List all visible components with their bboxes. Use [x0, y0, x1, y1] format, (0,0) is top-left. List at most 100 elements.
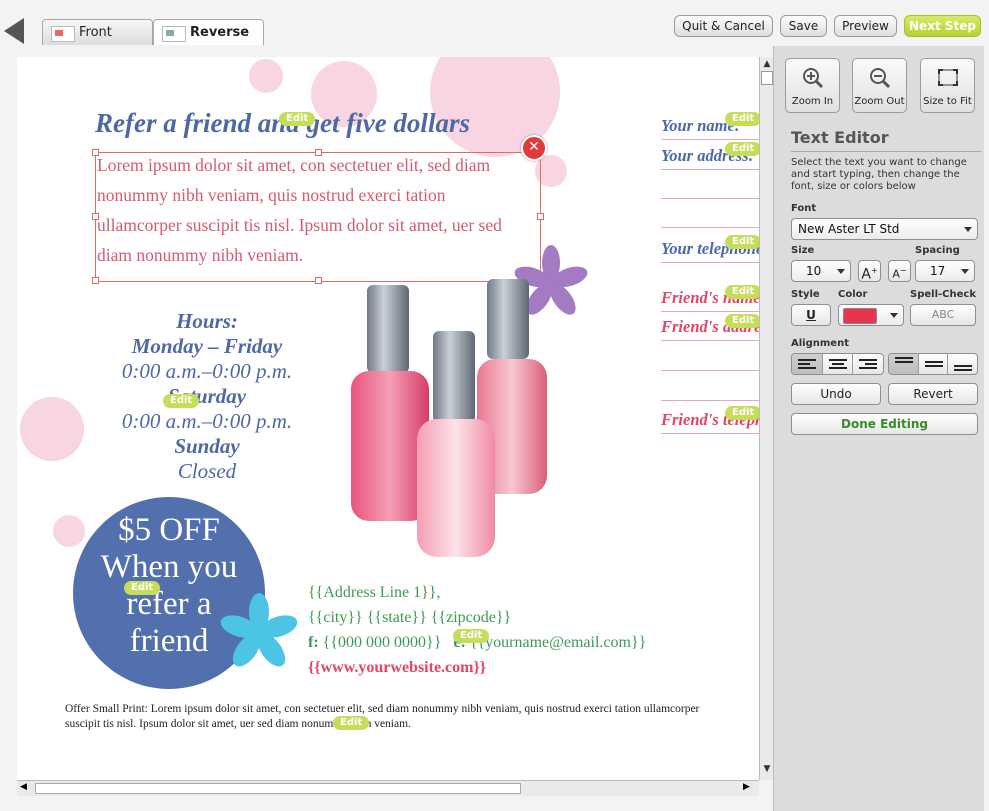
scroll-left-icon[interactable]: ◀: [20, 782, 27, 792]
hours-time-1: 0:00 a.m.–0:00 p.m.: [121, 359, 293, 383]
color-picker[interactable]: [838, 304, 904, 326]
resize-handle[interactable]: [92, 213, 99, 220]
chevron-down-icon: [890, 313, 898, 318]
design-canvas[interactable]: Refer a friend and get five dollars Edit…: [17, 57, 759, 780]
horizontal-alignment-group[interactable]: [791, 353, 884, 375]
tab-reverse[interactable]: Reverse: [153, 19, 264, 45]
scroll-right-icon[interactable]: ▶: [743, 782, 750, 792]
form-line: [661, 262, 759, 263]
font-select-value: New Aster LT Std: [798, 222, 900, 236]
size-select[interactable]: 10: [791, 260, 851, 282]
scroll-down-icon[interactable]: ▼: [761, 764, 773, 778]
align-right-button[interactable]: [853, 354, 883, 374]
form-line: [661, 433, 759, 434]
badge-line: When you: [100, 549, 238, 585]
decor-circle: [249, 59, 283, 93]
font-label: Font: [791, 203, 817, 214]
back-arrow-icon[interactable]: [4, 18, 24, 44]
hours-days-3: Sunday: [174, 434, 240, 458]
chevron-down-icon: [961, 269, 969, 274]
tab-front[interactable]: Front: [42, 19, 153, 45]
hours-time-3: Closed: [177, 459, 237, 483]
panel-title: Text Editor: [791, 128, 889, 147]
form-line: [661, 311, 759, 312]
quit-cancel-button[interactable]: Quit & Cancel: [674, 15, 773, 37]
panel-description: Select the text you want to change and s…: [791, 157, 967, 192]
zoom-in-label: Zoom In: [791, 96, 834, 107]
zoom-out-icon: [870, 68, 891, 89]
fine-print[interactable]: Offer Small Print: Lorem ipsum dolor sit…: [65, 702, 705, 732]
size-select-value: 10: [806, 264, 822, 278]
hours-block[interactable]: Hours: Monday – Friday 0:00 a.m.–0:00 p.…: [57, 309, 357, 484]
edit-tag[interactable]: Edit: [453, 629, 490, 643]
address-line-1: {{Address Line 1}},: [308, 584, 441, 601]
underline-button[interactable]: U: [791, 304, 831, 326]
close-icon[interactable]: ✕: [521, 135, 547, 161]
resize-handle[interactable]: [315, 149, 322, 156]
reverse-thumbnail-icon: [162, 26, 186, 42]
size-to-fit-button[interactable]: Size to Fit: [920, 58, 975, 113]
next-step-button[interactable]: Next Step: [904, 15, 981, 37]
chevron-down-icon: [837, 269, 845, 274]
form-line: [661, 227, 759, 228]
resize-handle[interactable]: [92, 277, 99, 284]
align-top-button[interactable]: [889, 354, 919, 374]
horizontal-scroll-thumb[interactable]: [35, 783, 521, 794]
color-label: Color: [838, 289, 868, 300]
zoom-in-button[interactable]: Zoom In: [785, 58, 840, 113]
resize-handle[interactable]: [537, 213, 544, 220]
text-selection-box[interactable]: [92, 149, 544, 284]
form-line: [661, 340, 759, 341]
phone-label: f:: [308, 634, 319, 651]
hours-days-1: Monday – Friday: [131, 334, 283, 358]
edit-tag[interactable]: Edit: [333, 716, 370, 730]
undo-button[interactable]: Undo: [791, 383, 881, 405]
zoom-in-icon: [803, 68, 824, 89]
hours-time-2: 0:00 a.m.–0:00 p.m.: [121, 409, 293, 433]
front-thumbnail-icon: [51, 26, 75, 42]
align-center-button[interactable]: [823, 354, 854, 374]
edit-tag[interactable]: Edit: [725, 285, 759, 299]
align-left-button[interactable]: [792, 354, 823, 374]
edit-tag[interactable]: Edit: [725, 406, 759, 420]
vertical-scroll-thumb[interactable]: [761, 71, 773, 85]
edit-tag[interactable]: Edit: [124, 581, 161, 595]
email-value: {{yourname@email.com}}: [469, 634, 647, 651]
zoom-out-button[interactable]: Zoom Out: [852, 58, 907, 113]
chevron-down-icon: [964, 227, 972, 232]
form-line: [661, 198, 759, 199]
alignment-label: Alignment: [791, 338, 849, 349]
edit-tag[interactable]: Edit: [279, 112, 316, 126]
divider: [791, 151, 981, 152]
align-bottom-button[interactable]: [948, 354, 977, 374]
resize-handle[interactable]: [92, 149, 99, 156]
preview-button[interactable]: Preview: [834, 15, 897, 37]
font-select[interactable]: New Aster LT Std: [791, 218, 978, 240]
blue-flower-icon: [220, 593, 298, 667]
form-line: [661, 400, 759, 401]
done-editing-button[interactable]: Done Editing: [791, 413, 978, 435]
edit-tag[interactable]: Edit: [163, 394, 200, 408]
save-button[interactable]: Save: [780, 15, 827, 37]
align-middle-button[interactable]: [919, 354, 949, 374]
vertical-scrollbar[interactable]: ▲ ▼: [759, 57, 774, 780]
spell-check-button[interactable]: ABC: [910, 304, 976, 326]
form-line: [661, 169, 759, 170]
horizontal-scrollbar[interactable]: ◀ ▶: [17, 780, 759, 796]
form-line: [661, 139, 759, 140]
hours-title: Hours:: [176, 309, 238, 333]
style-label: Style: [791, 289, 820, 300]
edit-tag[interactable]: Edit: [725, 235, 759, 249]
increase-size-button[interactable]: A+: [858, 260, 881, 283]
decrease-size-button[interactable]: A−: [888, 260, 911, 282]
spacing-label: Spacing: [915, 245, 960, 256]
edit-tag[interactable]: Edit: [725, 112, 759, 126]
revert-button[interactable]: Revert: [888, 383, 978, 405]
spacing-select[interactable]: 17: [915, 260, 975, 282]
vertical-alignment-group[interactable]: [888, 353, 978, 375]
nail-polish-image: [351, 279, 547, 557]
form-line: [661, 370, 759, 371]
edit-tag[interactable]: Edit: [725, 314, 759, 328]
resize-handle[interactable]: [315, 277, 322, 284]
edit-tag[interactable]: Edit: [725, 142, 759, 156]
